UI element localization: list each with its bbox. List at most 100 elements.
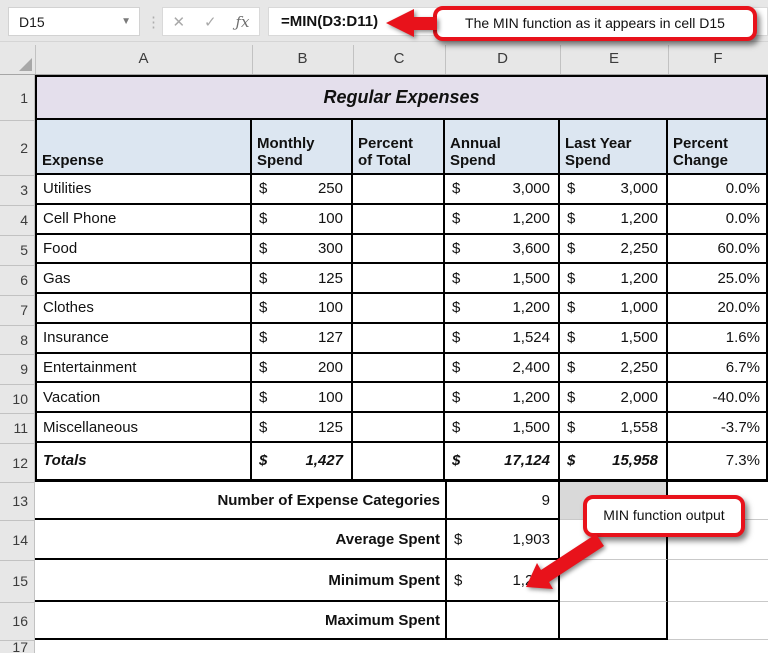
cell-percent-of-total[interactable]: [353, 383, 445, 413]
cell-percent-of-total[interactable]: [353, 354, 445, 384]
cell-last-year-spend[interactable]: $2,250: [560, 354, 668, 384]
insert-function-icon[interactable]: ƒx: [236, 13, 250, 31]
cell-percent-of-total[interactable]: [353, 294, 445, 324]
summary-value-cell[interactable]: [445, 602, 560, 640]
totals-monthly[interactable]: $ 1,427: [252, 443, 353, 482]
header-expense[interactable]: Expense: [35, 120, 252, 175]
cell-expense[interactable]: Insurance: [35, 324, 252, 354]
totals-last-year[interactable]: $ 15,958: [560, 443, 668, 482]
row-header-14[interactable]: 14: [0, 520, 35, 560]
cell-last-year-spend[interactable]: $1,200: [560, 205, 668, 235]
row-header-1[interactable]: 1: [0, 75, 35, 120]
cell-annual-spend[interactable]: $3,600: [445, 235, 560, 265]
cell-last-year-spend[interactable]: $1,200: [560, 264, 668, 294]
cell-percent-change[interactable]: 0.0%: [668, 175, 768, 205]
row-header-6[interactable]: 6: [0, 265, 35, 295]
cell-monthly-spend[interactable]: $100: [252, 294, 353, 324]
cell-expense[interactable]: Miscellaneous: [35, 413, 252, 443]
cell-monthly-spend[interactable]: $250: [252, 175, 353, 205]
cell-monthly-spend[interactable]: $125: [252, 264, 353, 294]
header-percent-of-total[interactable]: Percent of Total: [353, 120, 445, 175]
cell-expense[interactable]: Cell Phone: [35, 205, 252, 235]
header-last-year-spend[interactable]: Last Year Spend: [560, 120, 668, 175]
cell-percent-of-total[interactable]: [353, 175, 445, 205]
row-header-10[interactable]: 10: [0, 384, 35, 413]
enter-icon[interactable]: ✓: [204, 13, 217, 31]
header-monthly-spend[interactable]: Monthly Spend: [252, 120, 353, 175]
chevron-down-icon[interactable]: ▼: [121, 16, 131, 27]
column-header-c[interactable]: C: [353, 42, 445, 74]
cell-expense[interactable]: Utilities: [35, 175, 252, 205]
cell-last-year-spend[interactable]: $2,000: [560, 383, 668, 413]
column-header-f[interactable]: F: [668, 42, 768, 74]
cell-annual-spend[interactable]: $2,400: [445, 354, 560, 384]
cancel-icon[interactable]: ✕: [172, 13, 185, 31]
totals-percent-change[interactable]: 7.3%: [668, 443, 768, 482]
totals-percent-of-total[interactable]: [353, 443, 445, 482]
cell-last-year-spend[interactable]: $1,500: [560, 324, 668, 354]
cell-expense[interactable]: Entertainment: [35, 354, 252, 384]
cell-percent-change[interactable]: 1.6%: [668, 324, 768, 354]
column-header-b[interactable]: B: [252, 42, 353, 74]
cell-percent-change[interactable]: 0.0%: [668, 205, 768, 235]
select-all-corner[interactable]: [0, 42, 35, 74]
row-header-4[interactable]: 4: [0, 205, 35, 235]
row-header-15[interactable]: 15: [0, 560, 35, 602]
row-header-16[interactable]: 16: [0, 602, 35, 640]
column-header-a[interactable]: A: [35, 42, 252, 74]
summary-value-cell[interactable]: 9: [445, 482, 560, 520]
cell-expense[interactable]: Clothes: [35, 294, 252, 324]
summary-label[interactable]: Maximum Spent: [35, 602, 445, 640]
header-percent-change[interactable]: Percent Change: [668, 120, 768, 175]
cell-monthly-spend[interactable]: $100: [252, 383, 353, 413]
cell-percent-change[interactable]: -3.7%: [668, 413, 768, 443]
cell-annual-spend[interactable]: $1,500: [445, 264, 560, 294]
cell-annual-spend[interactable]: $1,200: [445, 205, 560, 235]
cell-last-year-spend[interactable]: $1,000: [560, 294, 668, 324]
cell-last-year-spend[interactable]: $2,250: [560, 235, 668, 265]
cell-percent-change[interactable]: 25.0%: [668, 264, 768, 294]
row-header-5[interactable]: 5: [0, 235, 35, 265]
summary-e-cell[interactable]: [560, 560, 668, 602]
cell-annual-spend[interactable]: $1,500: [445, 413, 560, 443]
cell-expense[interactable]: Vacation: [35, 383, 252, 413]
row-header-2[interactable]: 2: [0, 120, 35, 175]
cell-percent-change[interactable]: 60.0%: [668, 235, 768, 265]
header-annual-spend[interactable]: Annual Spend: [445, 120, 560, 175]
cell-name-box[interactable]: D15 ▼: [8, 7, 140, 36]
row-header-13[interactable]: 13: [0, 482, 35, 520]
cell-monthly-spend[interactable]: $127: [252, 324, 353, 354]
cell-annual-spend[interactable]: $1,524: [445, 324, 560, 354]
totals-label[interactable]: Totals: [35, 443, 252, 482]
cell-annual-spend[interactable]: $1,200: [445, 294, 560, 324]
cell-monthly-spend[interactable]: $200: [252, 354, 353, 384]
column-header-d[interactable]: D: [445, 42, 560, 74]
cell-expense[interactable]: Food: [35, 235, 252, 265]
column-header-e[interactable]: E: [560, 42, 668, 74]
row-header-12[interactable]: 12: [0, 443, 35, 482]
row-header-9[interactable]: 9: [0, 354, 35, 384]
row-header-11[interactable]: 11: [0, 413, 35, 443]
cell-percent-change[interactable]: 20.0%: [668, 294, 768, 324]
cell-annual-spend[interactable]: $3,000: [445, 175, 560, 205]
row-header-17[interactable]: 17: [0, 640, 35, 653]
cell-percent-of-total[interactable]: [353, 264, 445, 294]
summary-label[interactable]: Average Spent: [35, 520, 445, 560]
cell-percent-of-total[interactable]: [353, 205, 445, 235]
cell-monthly-spend[interactable]: $300: [252, 235, 353, 265]
cell-percent-change[interactable]: 6.7%: [668, 354, 768, 384]
cell-percent-change[interactable]: -40.0%: [668, 383, 768, 413]
cell-monthly-spend[interactable]: $125: [252, 413, 353, 443]
cell-percent-of-total[interactable]: [353, 413, 445, 443]
cell-annual-spend[interactable]: $1,200: [445, 383, 560, 413]
row-header-7[interactable]: 7: [0, 295, 35, 325]
summary-e-cell[interactable]: [560, 602, 668, 640]
summary-label[interactable]: Minimum Spent: [35, 560, 445, 602]
cell-last-year-spend[interactable]: $1,558: [560, 413, 668, 443]
totals-annual[interactable]: $ 17,124: [445, 443, 560, 482]
row-header-3[interactable]: 3: [0, 175, 35, 205]
cell-expense[interactable]: Gas: [35, 264, 252, 294]
summary-label[interactable]: Number of Expense Categories: [35, 482, 445, 520]
table-title-cell[interactable]: Regular Expenses: [35, 75, 768, 120]
summary-value-cell[interactable]: $1,903: [445, 520, 560, 560]
